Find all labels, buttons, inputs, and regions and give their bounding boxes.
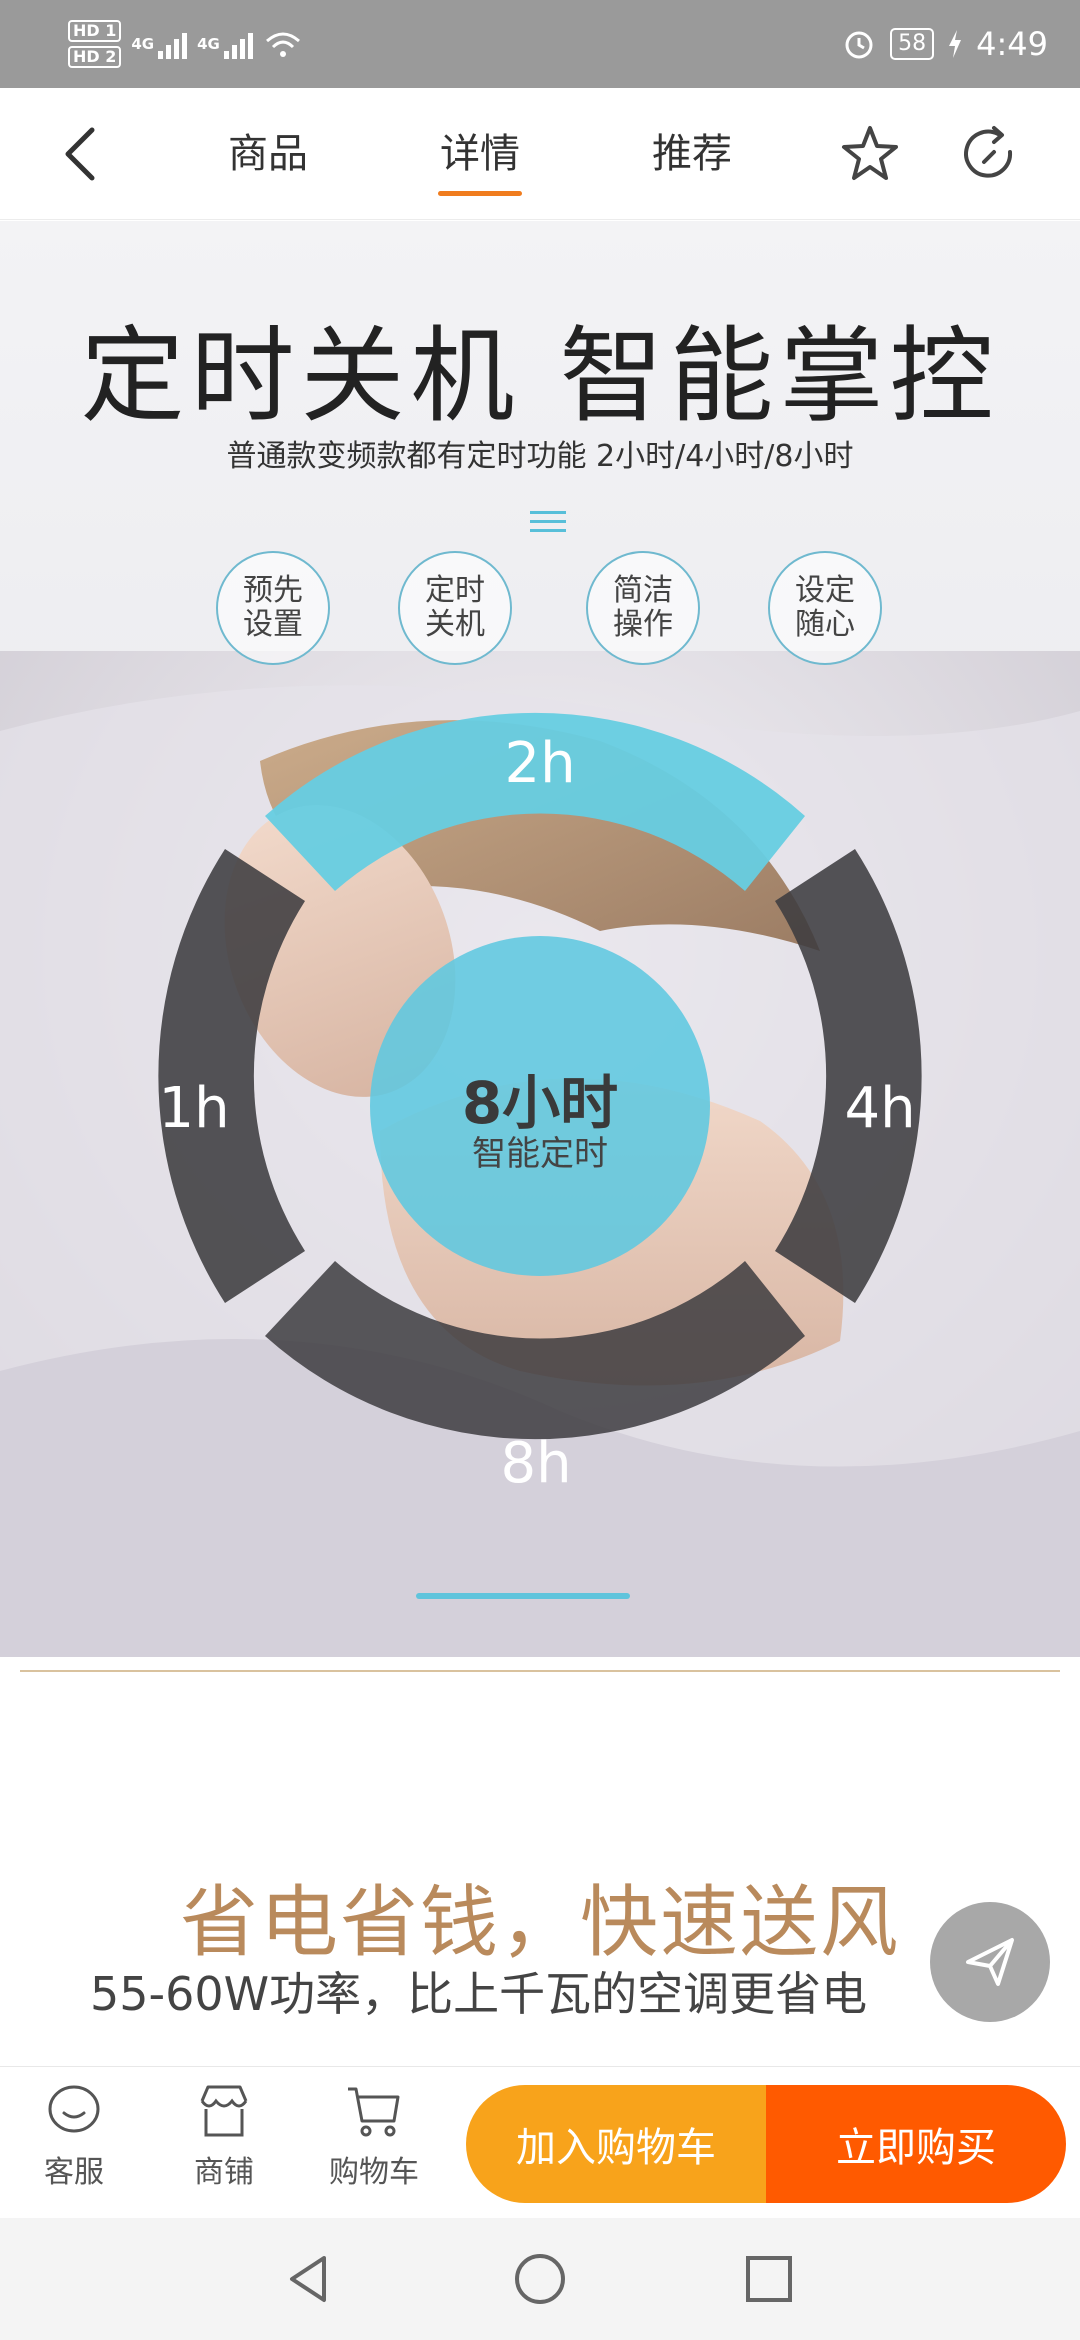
hd-indicators: HD 1 HD 2 (68, 20, 122, 68)
clock: 4:49 (976, 25, 1048, 63)
signal-bars-icon (158, 29, 188, 59)
signal-1: 4G (131, 29, 188, 59)
back-icon[interactable] (52, 122, 116, 186)
shopping-cart-icon (348, 2087, 400, 2137)
ring-segment-bottom (265, 1261, 805, 1440)
cart-label: 购物车 (329, 2155, 419, 2190)
wifi-icon (265, 32, 300, 57)
center-sub-text: 智能定时 (472, 1134, 608, 1174)
promo-title: 省电省钱，快速送风 (179, 1878, 900, 1968)
section-divider (20, 1670, 1060, 1672)
tab-details[interactable]: 详情 (438, 124, 522, 196)
star-icon[interactable] (838, 122, 902, 186)
charging-icon (949, 30, 962, 58)
network2-label: 4G (197, 35, 220, 53)
shop-button[interactable]: 商铺 (164, 2081, 284, 2191)
share-float-button[interactable] (930, 1902, 1050, 2022)
network1-label: 4G (131, 35, 155, 53)
hd2-badge: HD 2 (68, 46, 122, 68)
home-circle-icon[interactable] (505, 2244, 575, 2314)
screen: HD 1 HD 2 4G 4G 58 4:49 商品 详情 推荐 定时关机 智能… (0, 0, 1080, 2340)
customer-service-button[interactable]: 客服 (14, 2081, 134, 2191)
battery-level: 58 (890, 28, 935, 60)
back-triangle-icon[interactable] (274, 2244, 344, 2314)
image-progress-indicator (416, 1593, 630, 1599)
tab-product[interactable]: 商品 (226, 124, 310, 184)
top-nav: 商品 详情 推荐 (0, 88, 1080, 220)
status-left: HD 1 HD 2 4G 4G (68, 12, 303, 76)
timer-4h-label: 4h (844, 1076, 916, 1141)
buy-now-button[interactable]: 立即购买 (766, 2085, 1066, 2203)
system-nav-bar (0, 2218, 1080, 2340)
promo-subtitle: 55-60W功率，比上千瓦的空调更省电 (90, 1967, 868, 2021)
send-arrow-icon (966, 1938, 1014, 1986)
timer-1h-label: 1h (158, 1076, 230, 1141)
timer-2h-label: 2h (504, 731, 576, 796)
bottom-action-bar: 客服 商铺 购物车 加入购物车 立即购买 (0, 2066, 1080, 2218)
cart-button[interactable]: 购物车 (314, 2081, 434, 2191)
timer-8h-label: 8h (500, 1431, 572, 1496)
refresh-icon[interactable] (958, 122, 1022, 186)
status-bar: HD 1 HD 2 4G 4G 58 4:49 (0, 0, 1080, 88)
signal-bars-icon (223, 29, 253, 59)
recents-square-icon[interactable] (734, 2244, 804, 2314)
chat-bubble-icon (48, 2085, 100, 2133)
tab-recommend[interactable]: 推荐 (650, 124, 734, 184)
signal-2: 4G (197, 29, 253, 59)
shop-label: 商铺 (194, 2155, 254, 2190)
alarm-icon (845, 31, 873, 59)
store-icon (200, 2085, 248, 2137)
detail-banner: 定时关机 智能掌控 普通款变频款都有定时功能 2小时/4小时/8小时 预先 设置… (0, 221, 1080, 1657)
customer-service-label: 客服 (44, 2155, 104, 2190)
add-to-cart-button[interactable]: 加入购物车 (466, 2085, 766, 2203)
hd1-badge: HD 1 (68, 20, 122, 42)
status-right: 58 4:49 (842, 0, 1048, 88)
